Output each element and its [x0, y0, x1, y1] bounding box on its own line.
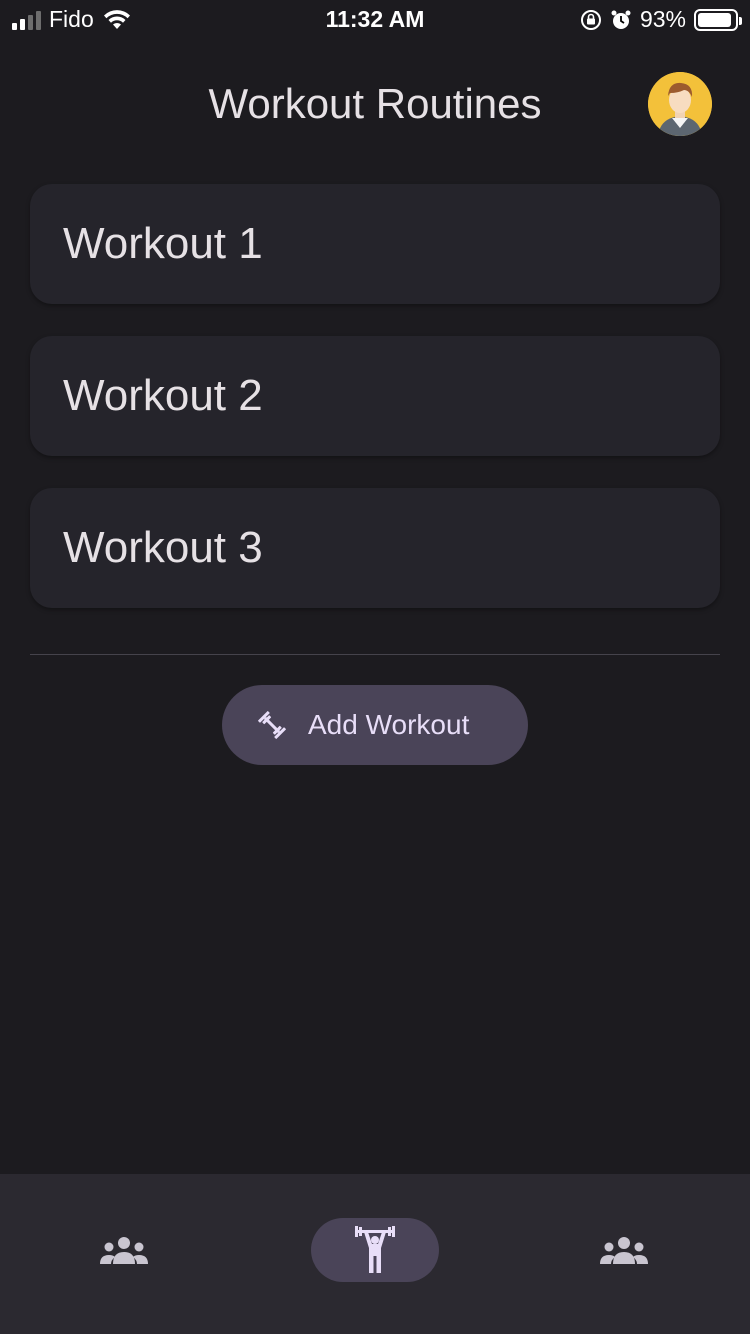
workout-label: Workout 3	[63, 523, 263, 572]
user-avatar-icon[interactable]	[648, 72, 712, 136]
nav-item-groups-left[interactable]	[92, 1218, 156, 1282]
weightlifter-icon	[355, 1226, 395, 1273]
workout-card-2[interactable]: Workout 2	[30, 336, 720, 456]
page-title: Workout Routines	[208, 80, 542, 127]
workout-list: Workout 1 Workout 2 Workout 3	[30, 184, 720, 640]
dumbbell-icon	[258, 711, 286, 739]
status-bar: Fido 11:32 AM 93%	[0, 0, 750, 40]
workout-card-1[interactable]: Workout 1	[30, 184, 720, 304]
workout-card-3[interactable]: Workout 3	[30, 488, 720, 608]
group-icon	[600, 1237, 648, 1264]
orientation-lock-icon	[580, 9, 601, 30]
add-workout-label: Add Workout	[308, 709, 470, 740]
battery-icon	[694, 8, 742, 31]
alarm-icon	[611, 10, 631, 29]
bottom-navigation	[0, 1174, 750, 1334]
nav-item-groups-right[interactable]	[592, 1218, 656, 1282]
divider	[30, 654, 720, 655]
battery-percent: 93%	[639, 6, 686, 32]
status-right: 93%	[580, 6, 742, 33]
workout-routines-screen: Fido 11:32 AM 93% Workout Routines Worko…	[0, 0, 750, 1334]
workout-label: Workout 2	[63, 371, 263, 420]
battery-level-fill	[698, 12, 732, 27]
avatar-illustration	[648, 72, 712, 136]
workout-label: Workout 1	[63, 219, 263, 268]
add-workout-button[interactable]: Add Workout	[222, 685, 528, 765]
nav-item-workouts[interactable]	[311, 1218, 439, 1282]
group-icon	[100, 1237, 148, 1264]
